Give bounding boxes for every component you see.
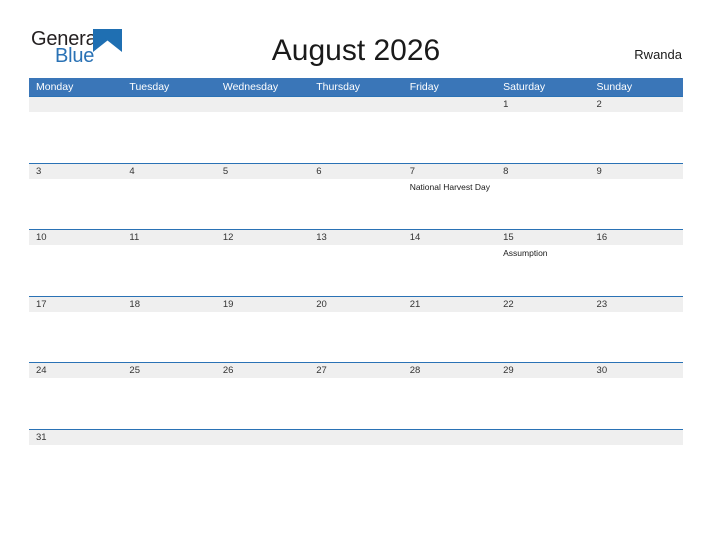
calendar-day-cell[interactable]: 31	[29, 430, 122, 496]
calendar-day-cell[interactable]: 16	[590, 230, 683, 296]
day-number: 2	[596, 99, 602, 110]
calendar-day-cell[interactable]: 24	[29, 363, 122, 429]
calendar-day-cell[interactable]: 8	[496, 164, 589, 230]
day-event: Assumption	[503, 248, 548, 259]
day-event: National Harvest Day	[409, 181, 490, 192]
calendar-day-cell[interactable]: 10	[29, 230, 122, 296]
calendar-day-cell[interactable]: 3	[29, 164, 122, 230]
calendar-grid: Monday Tuesday Wednesday Thursday Friday…	[29, 78, 683, 496]
day-number: 20	[316, 298, 327, 310]
calendar-day-cell[interactable]: 20	[309, 297, 402, 363]
calendar-day-cell[interactable]: 18	[122, 297, 215, 363]
day-number: 26	[222, 365, 234, 377]
day-number: 3	[36, 165, 42, 177]
calendar-day-cell[interactable]	[496, 430, 589, 496]
day-number: 23	[596, 298, 608, 310]
day-number: 9	[596, 165, 602, 177]
calendar-day-cell[interactable]	[122, 97, 215, 163]
calendar-day-cell[interactable]	[309, 430, 402, 496]
calendar-day-cell[interactable]	[216, 97, 309, 163]
page-title: August 2026	[271, 34, 441, 67]
calendar-day-cell[interactable]: 9	[590, 164, 683, 230]
calendar-week-row: 1 2	[29, 96, 683, 163]
calendar-day-cell[interactable]	[29, 97, 122, 163]
calendar-day-cell[interactable]: 26	[216, 363, 309, 429]
calendar-day-cell[interactable]: 22	[496, 297, 589, 363]
calendar-day-cell[interactable]: 23	[590, 297, 683, 363]
day-number: 18	[129, 298, 140, 310]
calendar-day-cell[interactable]: 29	[496, 363, 589, 429]
weekday-header-wednesday: Wednesday	[222, 81, 279, 93]
calendar-day-cell[interactable]	[216, 430, 309, 496]
day-number: 11	[129, 232, 140, 244]
weekday-header-monday: Monday	[36, 81, 74, 93]
day-number: 12	[222, 232, 234, 244]
calendar-day-cell[interactable]	[403, 430, 496, 496]
calendar-day-cell[interactable]: 12	[216, 230, 309, 296]
calendar-day-cell[interactable]: 1	[496, 97, 589, 163]
day-number: 6	[316, 165, 322, 177]
weekday-header-thursday: Thursday	[316, 81, 361, 93]
day-number: 17	[36, 298, 47, 310]
calendar-day-cell[interactable]	[309, 97, 402, 163]
weekday-header-tuesday: Tuesday	[129, 81, 170, 93]
country-label: Rwanda	[634, 47, 682, 62]
calendar-day-cell[interactable]: 15 Assumption	[496, 230, 589, 296]
day-number: 21	[409, 298, 421, 310]
day-number: 5	[222, 165, 229, 177]
calendar-day-cell[interactable]: 13	[309, 230, 402, 296]
calendar-day-cell[interactable]	[122, 430, 215, 496]
day-number: 4	[129, 165, 135, 177]
day-number: 31	[36, 431, 47, 443]
day-number: 24	[36, 365, 47, 377]
calendar-day-cell[interactable]: 7 National Harvest Day	[403, 164, 496, 230]
day-number: 19	[222, 298, 234, 310]
calendar-day-cell[interactable]: 27	[309, 363, 402, 429]
calendar-day-cell[interactable]: 5	[216, 164, 309, 230]
day-number: 25	[129, 365, 140, 377]
day-number: 10	[36, 232, 47, 244]
weekday-header-saturday: Saturday	[503, 81, 546, 93]
day-number: 15	[503, 232, 514, 244]
day-number: 27	[316, 365, 327, 377]
calendar-week-row: 31	[29, 428, 683, 496]
day-number: 16	[596, 232, 608, 244]
day-number: 1	[503, 99, 509, 110]
day-number: 13	[316, 232, 327, 244]
day-number: 7	[409, 165, 415, 177]
calendar-week-row: 3 4 5 6 7 National Harvest Day 8 9	[29, 162, 683, 230]
day-number: 30	[596, 365, 608, 377]
day-number: 8	[503, 165, 509, 177]
calendar-week-row: 17 18 19 20 21 22 23	[29, 295, 683, 363]
calendar-day-cell[interactable]: 21	[403, 297, 496, 363]
weekday-header-sunday: Sunday	[596, 81, 633, 93]
calendar-day-cell[interactable]	[403, 97, 496, 163]
calendar-day-cell[interactable]: 25	[122, 363, 215, 429]
calendar-day-cell[interactable]	[590, 430, 683, 496]
calendar-day-cell[interactable]: 2	[590, 97, 683, 163]
page-header: General Blue August 2026 Rwanda	[0, 0, 712, 78]
calendar-day-cell[interactable]: 6	[309, 164, 402, 230]
day-number: 22	[503, 298, 514, 310]
calendar-day-cell[interactable]: 4	[122, 164, 215, 230]
weekday-header-friday: Friday	[409, 81, 439, 93]
day-number: 14	[409, 232, 421, 244]
calendar-day-cell[interactable]: 11	[122, 230, 215, 296]
day-number: 29	[503, 365, 514, 377]
calendar-week-row: 10 11 12 13 14 15 Assumption 16	[29, 229, 683, 296]
calendar-day-cell[interactable]: 30	[590, 363, 683, 429]
calendar-day-cell[interactable]: 14	[403, 230, 496, 296]
weekday-header-row: Monday Tuesday Wednesday Thursday Friday…	[29, 78, 683, 96]
calendar-day-cell[interactable]: 17	[29, 297, 122, 363]
calendar-week-row: 24 25 26 27 28 29 30	[29, 362, 683, 429]
calendar-day-cell[interactable]: 28	[403, 363, 496, 429]
calendar-day-cell[interactable]: 19	[216, 297, 309, 363]
day-number: 28	[409, 365, 421, 377]
